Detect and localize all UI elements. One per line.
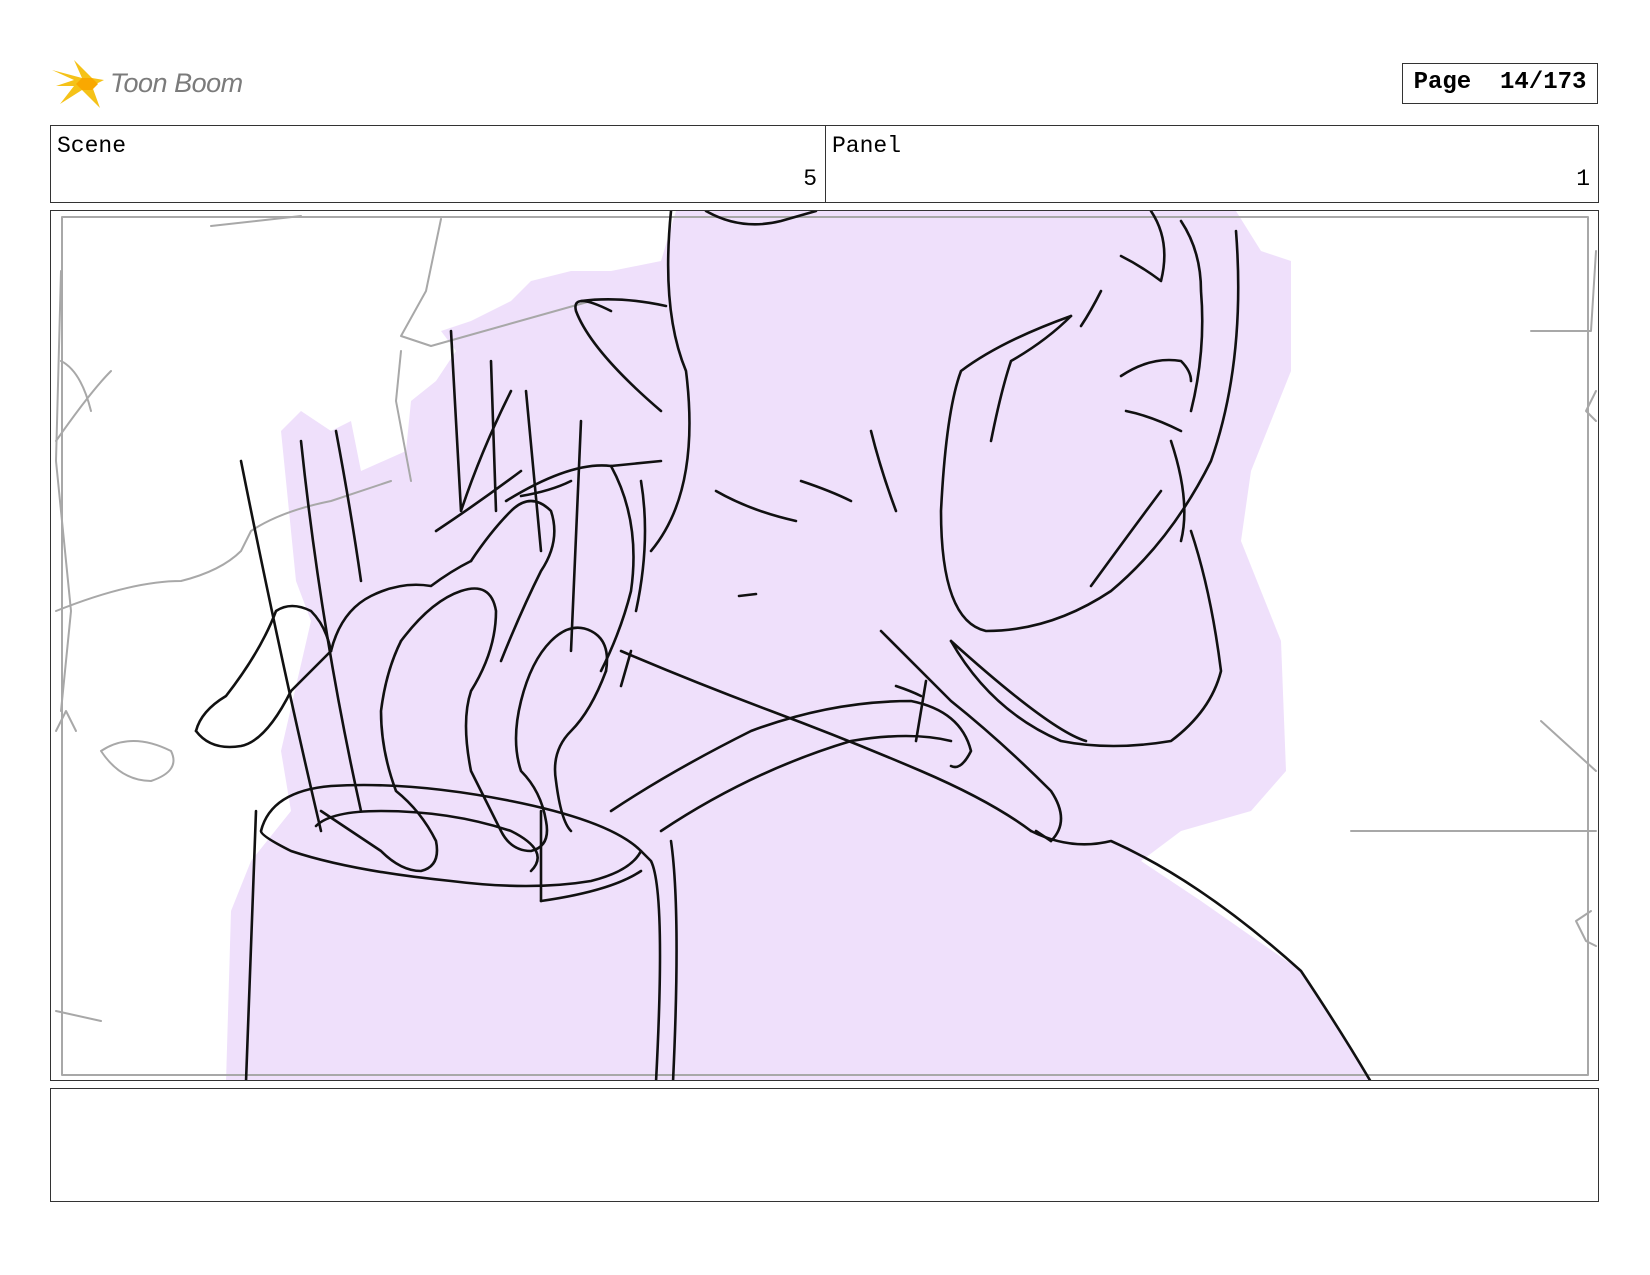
panel-cell: Panel 1 xyxy=(826,126,1598,202)
page-indicator: Page 14/173 xyxy=(1402,63,1598,104)
scene-panel-row: Scene 5 Panel 1 xyxy=(50,125,1599,203)
scene-label: Scene xyxy=(57,133,127,159)
panel-label: Panel xyxy=(832,133,902,159)
logo-text: Toon Boom xyxy=(110,68,243,98)
toon-boom-logo: Toon Boom xyxy=(52,56,262,112)
storyboard-sketch xyxy=(55,211,1597,1080)
panel-number: 1 xyxy=(1576,166,1590,192)
page-number: 14/173 xyxy=(1500,69,1587,96)
storyboard-frame xyxy=(50,210,1599,1081)
scene-cell: Scene 5 xyxy=(51,126,826,202)
scene-number: 5 xyxy=(803,166,817,192)
page-label: Page xyxy=(1413,69,1472,96)
notes-box xyxy=(50,1088,1599,1202)
toon-boom-star-icon xyxy=(52,60,104,108)
